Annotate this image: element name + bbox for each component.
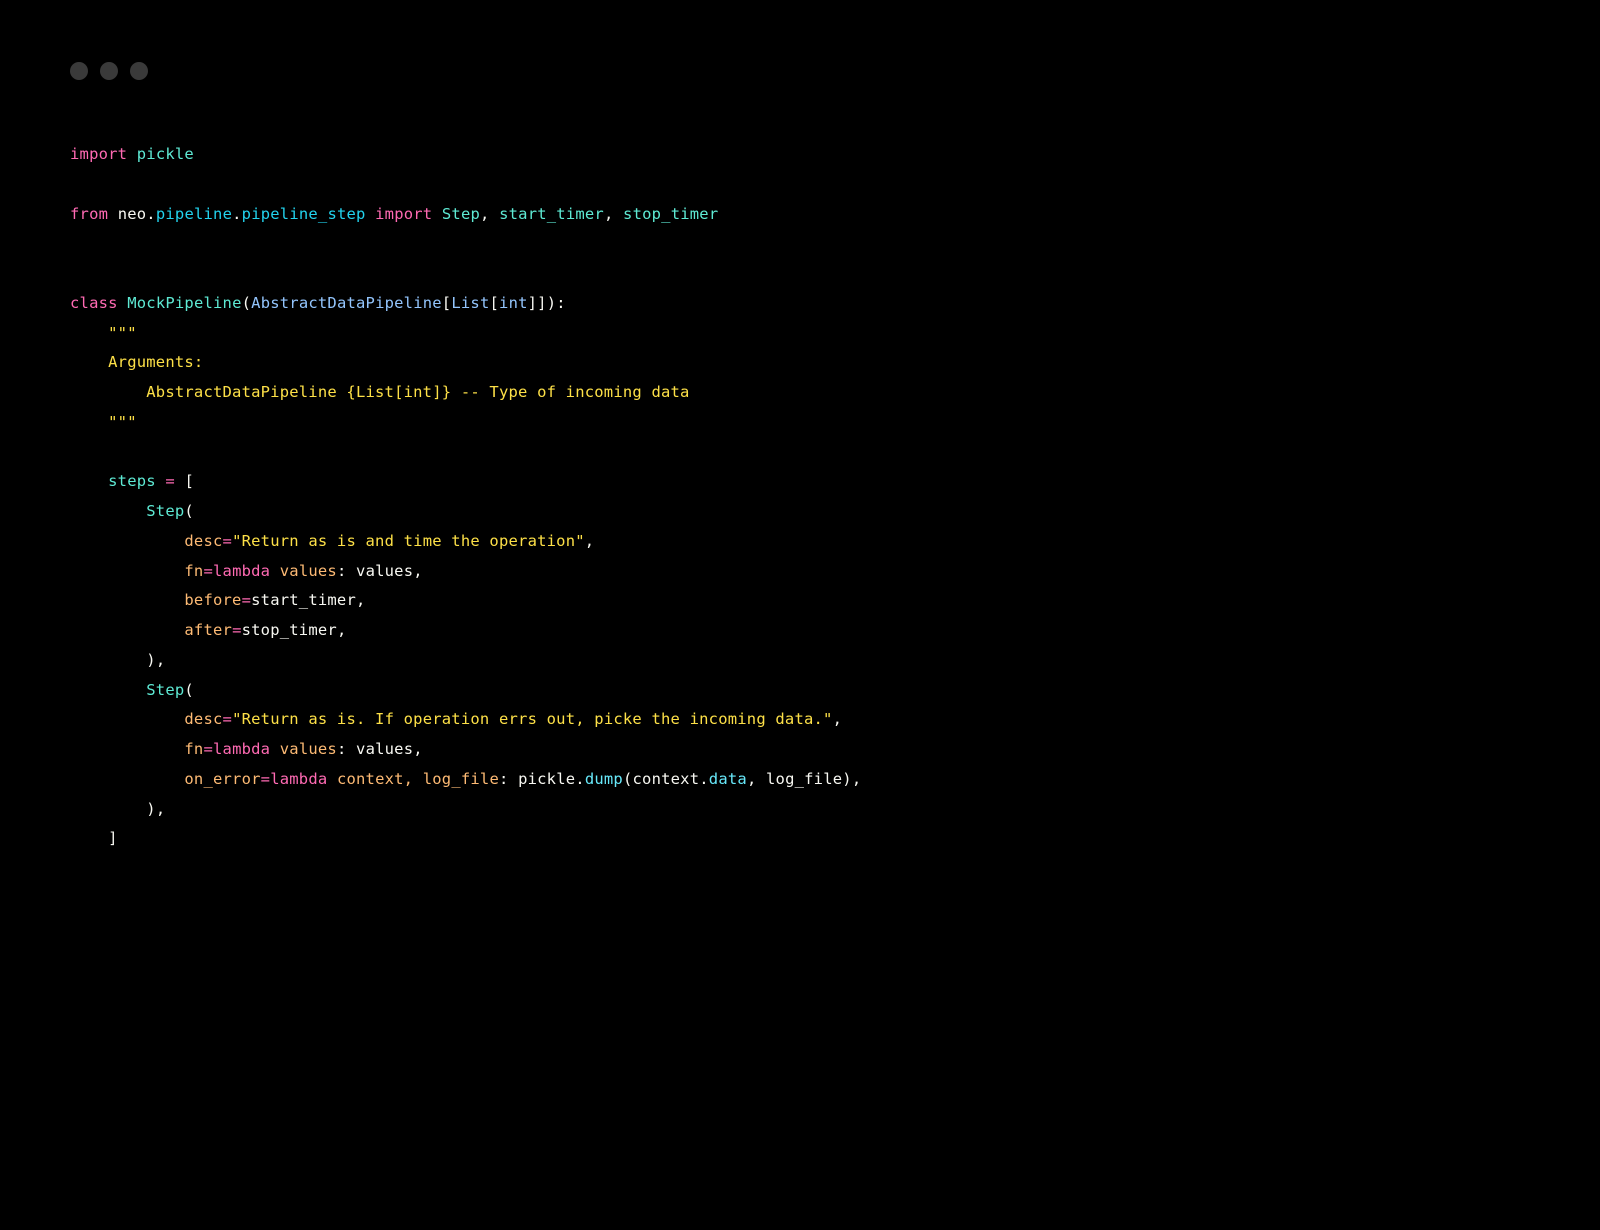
- namespace: neo: [118, 205, 147, 223]
- kwarg-key: on_error: [184, 770, 260, 788]
- namespace: pipeline: [156, 205, 232, 223]
- editor-window: import pickle from neo.pipeline.pipeline…: [40, 40, 1560, 1190]
- identifier: start_timer: [251, 591, 356, 609]
- kwarg-key: after: [184, 621, 232, 639]
- module-name: pickle: [137, 145, 194, 163]
- call-name: Step: [146, 681, 184, 699]
- kwarg-key: desc: [184, 710, 222, 728]
- lambda-body: values: [356, 562, 413, 580]
- string-literal: "Return as is. If operation errs out, pi…: [232, 710, 833, 728]
- traffic-light-close-icon[interactable]: [70, 62, 88, 80]
- imported-name: stop_timer: [623, 205, 718, 223]
- lambda-arg: values: [280, 562, 337, 580]
- keyword-lambda: lambda: [213, 740, 270, 758]
- class-name: MockPipeline: [127, 294, 241, 312]
- docstring-close: """: [108, 413, 137, 431]
- module-ref: pickle: [518, 770, 575, 788]
- keyword-import: import: [375, 205, 432, 223]
- kwarg-key: before: [184, 591, 241, 609]
- base-class: AbstractDataPipeline: [251, 294, 442, 312]
- docstring-line: Arguments:: [108, 353, 203, 371]
- code-editor[interactable]: import pickle from neo.pipeline.pipeline…: [40, 90, 1560, 884]
- variable-name: steps: [108, 472, 156, 490]
- lambda-arg: values: [280, 740, 337, 758]
- imported-name: start_timer: [499, 205, 604, 223]
- identifier: log_file: [766, 770, 842, 788]
- attribute: data: [709, 770, 747, 788]
- keyword-import: import: [70, 145, 127, 163]
- docstring-open: """: [108, 324, 137, 342]
- kwarg-key: desc: [184, 532, 222, 550]
- window-titlebar: [40, 40, 1560, 90]
- string-literal: "Return as is and time the operation": [232, 532, 585, 550]
- call-name: Step: [146, 502, 184, 520]
- kwarg-key: fn: [184, 740, 203, 758]
- type-name: int: [499, 294, 528, 312]
- namespace: pipeline_step: [242, 205, 366, 223]
- traffic-light-zoom-icon[interactable]: [130, 62, 148, 80]
- keyword-lambda: lambda: [270, 770, 327, 788]
- lambda-body: values: [356, 740, 413, 758]
- lambda-args: context, log_file: [337, 770, 499, 788]
- method-name: dump: [585, 770, 623, 788]
- keyword-from: from: [70, 205, 108, 223]
- imported-name: Step: [442, 205, 480, 223]
- identifier: context: [633, 770, 700, 788]
- keyword-class: class: [70, 294, 118, 312]
- docstring-line: AbstractDataPipeline {List[int]} -- Type…: [146, 383, 689, 401]
- kwarg-key: fn: [184, 562, 203, 580]
- identifier: stop_timer: [242, 621, 337, 639]
- traffic-light-minimize-icon[interactable]: [100, 62, 118, 80]
- keyword-lambda: lambda: [213, 562, 270, 580]
- type-name: List: [451, 294, 489, 312]
